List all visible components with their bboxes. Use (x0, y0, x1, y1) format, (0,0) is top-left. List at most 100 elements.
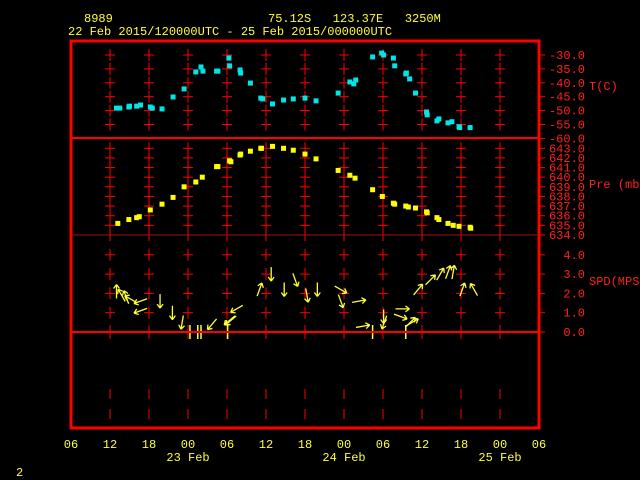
pressure-point (450, 222, 456, 228)
pressure-point (228, 159, 234, 165)
page-number: 2 (16, 466, 23, 480)
x-tick-label: 18 (298, 438, 312, 452)
temperature-point (215, 68, 221, 74)
temperature-point (436, 116, 442, 122)
x-tick-label: 06 (532, 438, 546, 452)
temperature-point (353, 77, 359, 83)
y-tick-label: -45.0 (549, 91, 585, 105)
wind-arrow (469, 282, 479, 296)
temperature-point (159, 106, 165, 112)
temperature-point (403, 70, 409, 76)
x-tick-label: 06 (64, 438, 78, 452)
pressure-point (115, 220, 121, 226)
x-tick-label: 18 (142, 438, 156, 452)
wind-arrow (256, 282, 264, 297)
x-tick-label: 00 (337, 438, 351, 452)
temperature-point (302, 95, 308, 101)
wind-arrow (313, 282, 321, 297)
wind-arrow (292, 273, 300, 288)
wind-arrow (206, 318, 218, 331)
x-tick-label: 18 (454, 438, 468, 452)
x-tick-label: 06 (376, 438, 390, 452)
temperature-point (392, 63, 398, 69)
y-tick-label: -30.0 (549, 49, 585, 63)
meteogram-chart: 8989 75.12S 123.37E 3250M 22 Feb 2015/12… (16, 12, 640, 480)
pressure-point (370, 187, 376, 193)
axis-label-pressure: Pre (mb) (589, 178, 640, 192)
wind-arrow (156, 294, 164, 309)
y-tick-label: -50.0 (549, 105, 585, 119)
wind-arrow (168, 305, 176, 321)
temperature-point (467, 125, 473, 131)
temperature-point (200, 68, 206, 74)
pressure-point (181, 184, 187, 190)
pressure-point (456, 223, 462, 229)
pressure-point (290, 147, 296, 153)
date-label: 24 Feb (322, 451, 365, 465)
pressure-point (436, 217, 442, 223)
pressure-point (170, 194, 176, 200)
wind-arrow (178, 315, 185, 330)
pressure-point (413, 205, 418, 211)
y-tick-label: -40.0 (549, 77, 585, 91)
temperature-point (238, 70, 244, 76)
y-tick-label: 1.0 (563, 307, 585, 321)
wind-arrow (334, 285, 348, 295)
pressure-point (424, 210, 430, 216)
x-tick-label: 00 (493, 438, 507, 452)
temperature-point (370, 54, 376, 60)
wind-arrow (351, 297, 367, 304)
pressure-point (159, 201, 165, 207)
x-tick-label: 12 (259, 438, 273, 452)
temperature-point (227, 63, 233, 69)
y-tick-label: -55.0 (549, 119, 585, 133)
temperature-point (281, 97, 287, 103)
pressure-point (405, 204, 411, 210)
wind-arrow (450, 264, 458, 280)
pressure-point (347, 172, 353, 178)
wind-arrow (444, 265, 453, 279)
temperature-point (270, 101, 275, 107)
x-tick-label: 12 (415, 438, 429, 452)
y-tick-label: 4.0 (563, 249, 585, 263)
wind-arrow (355, 322, 371, 330)
marks-layer (113, 50, 479, 339)
temperature-point (335, 90, 341, 96)
axis-label-wind-speed: SPD(MPS) (589, 275, 640, 289)
temperature-point (149, 105, 155, 111)
temperature-point (138, 102, 144, 108)
temperature-point (226, 55, 232, 61)
temperature-point (457, 125, 463, 131)
temperature-point (390, 55, 396, 61)
temperature-point (424, 112, 430, 118)
temperature-point (181, 86, 187, 92)
pressure-point (335, 167, 341, 173)
grid-layer: 06 12 18 00 06 12 18 00 06 12 18 00 06 23 Feb 24 Feb 25… (64, 49, 640, 465)
pressure-point (281, 145, 287, 151)
wind-arrow (395, 305, 410, 313)
wind-arrow (425, 274, 437, 286)
station-id: 8989 (84, 12, 113, 26)
temperature-point (313, 98, 319, 104)
pressure-point (238, 151, 244, 157)
pressure-point (270, 143, 275, 149)
pressure-point (392, 201, 398, 207)
pressure-point (352, 175, 358, 181)
station-location: 75.12S 123.37E 3250M (268, 12, 441, 26)
temperature-point (381, 52, 387, 58)
wind-arrow (133, 307, 148, 316)
date-label: 23 Feb (166, 451, 209, 465)
axis-label-temperature: T(C) (589, 80, 618, 94)
wind-arrow (405, 317, 419, 327)
temperature-point (449, 119, 455, 125)
pressure-point (199, 174, 205, 180)
pressure-point (136, 214, 142, 220)
temperature-point (117, 105, 123, 111)
pressure-point (468, 225, 474, 231)
y-tick-label: -35.0 (549, 63, 585, 77)
wind-arrow (436, 267, 445, 281)
temperature-point (193, 69, 199, 75)
date-label: 25 Feb (478, 451, 521, 465)
temperature-point (407, 76, 413, 82)
pressure-point (126, 217, 132, 223)
